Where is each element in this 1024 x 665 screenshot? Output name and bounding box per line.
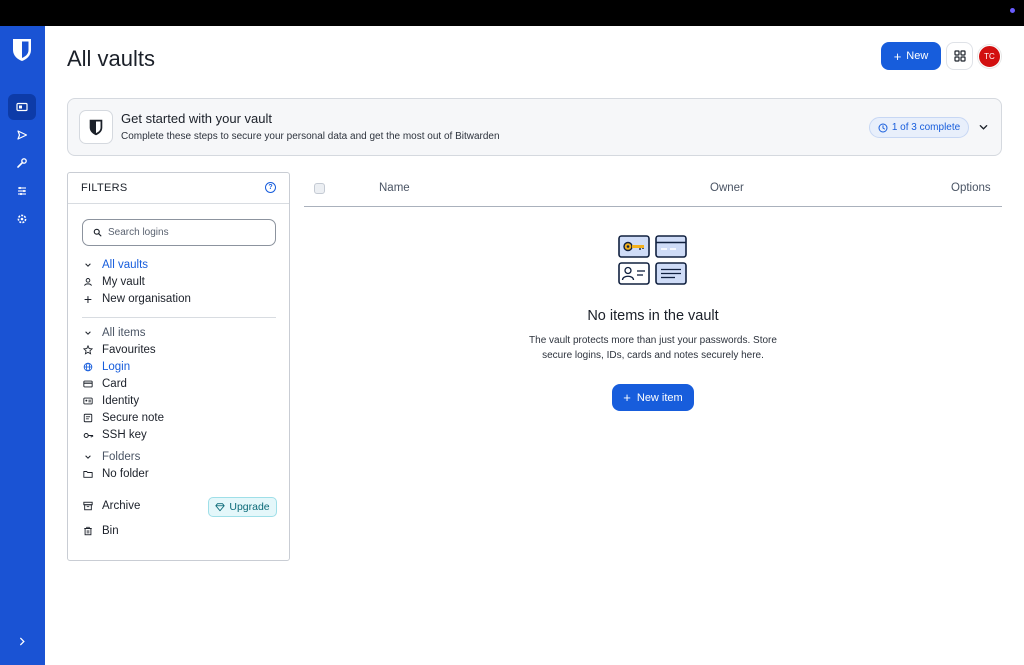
plus-icon: + [83,291,93,307]
search-field[interactable] [82,219,276,246]
folder-icon [82,468,94,480]
new-item-button-label: New item [636,391,683,404]
clock-icon [878,122,888,133]
avatar[interactable]: TC [978,45,1001,68]
filter-new-organisation[interactable]: + New organisation [82,291,191,307]
nav-tools-button[interactable] [8,150,36,176]
items-table-header: Name Owner Options [304,172,1002,207]
filter-label: My vault [102,276,145,288]
filter-label: All vaults [102,259,149,271]
filter-label: Folders [102,451,141,463]
grid-icon [953,50,966,62]
settings-icon [17,214,27,224]
diamond-icon [215,503,225,512]
new-button-label: New [906,50,929,62]
search-input[interactable] [108,227,268,238]
shield-icon [79,110,113,144]
nav-send-button[interactable] [8,122,36,148]
search-icon [93,228,102,237]
vault-icon [16,102,28,112]
filter-label: Login [102,361,131,373]
empty-state-description: The vault protects more than just your p… [529,335,777,361]
credit-card-icon [82,378,94,390]
filter-label: Favourites [102,344,156,356]
filter-card[interactable]: Card [82,376,127,392]
chevron-down-icon [82,327,94,339]
status-dot [1010,8,1015,13]
filter-all-vaults[interactable]: All vaults [82,257,148,273]
chevron-down-icon [82,451,94,463]
filter-identity[interactable]: Identity [82,393,139,409]
filter-my-vault[interactable]: My vault [82,274,145,290]
filter-secure-note[interactable]: Secure note [82,410,164,426]
filters-header: FILTERS ? [68,173,289,204]
trash-icon [82,525,94,537]
key-icon [82,429,94,441]
product-switcher-button[interactable] [946,42,973,70]
nav-reports-button[interactable] [8,178,36,204]
filter-favourites[interactable]: Favourites [82,342,156,358]
reports-icon [18,186,26,196]
filter-label: No folder [102,468,149,480]
banner-title: Get started with your vault [121,111,273,126]
send-icon [17,130,28,140]
nav-settings-button[interactable] [8,206,36,232]
filter-label: Identity [102,395,140,407]
filter-bin[interactable]: Bin [82,523,119,539]
filter-all-items[interactable]: All items [82,325,145,341]
upgrade-label: Upgrade [229,501,270,513]
column-name[interactable]: Name [379,182,410,194]
new-button[interactable]: + New [881,42,941,70]
filter-login[interactable]: Login [82,359,130,375]
progress-badge[interactable]: 1 of 3 complete [869,117,969,138]
empty-state-title: No items in the vault [587,308,719,324]
note-icon [82,412,94,424]
column-options: Options [951,182,991,194]
progress-text: 1 of 3 complete [891,122,961,133]
upgrade-badge[interactable]: Upgrade [208,497,277,517]
filter-ssh-key[interactable]: SSH key [82,427,147,443]
filters-panel: FILTERS ? All vaults My vault + New orga… [67,172,290,561]
plus-icon: + [893,48,902,64]
filter-label: Secure note [102,412,165,424]
top-bar [0,0,1024,26]
globe-icon [82,361,94,373]
main-content: All vaults + New TC Get started with you… [45,26,1024,665]
column-owner[interactable]: Owner [710,182,744,194]
expand-banner-button[interactable] [976,120,990,134]
chevron-down-icon [82,259,94,271]
onboarding-banner: Get started with your vault Complete the… [67,98,1002,156]
star-icon [82,344,94,356]
page-title: All vaults [67,46,156,71]
filter-no-folder[interactable]: No folder [82,466,149,482]
nav-vault-button[interactable] [8,94,36,120]
id-card-icon [82,395,94,407]
banner-subtitle: Complete these steps to secure your pers… [121,131,500,142]
filter-label: All items [102,327,146,339]
user-icon [82,276,94,288]
filter-label: SSH key [102,429,147,441]
new-item-button[interactable]: + New item [612,384,694,411]
divider [82,317,276,318]
filter-folders[interactable]: Folders [82,449,140,465]
filter-label: New organisation [102,293,191,305]
filter-label: Archive [102,500,141,512]
vault-items-illustration-icon [618,235,687,285]
side-navigation [0,26,45,665]
filter-label: Card [102,378,127,390]
help-icon[interactable]: ? [265,182,276,193]
filter-label: Bin [102,525,119,537]
collapse-sidebar-button[interactable] [12,631,32,651]
select-all-checkbox[interactable] [314,183,325,194]
tools-icon [17,158,27,168]
archive-icon [82,500,94,512]
chevron-down-icon [979,124,987,130]
bitwarden-logo-icon[interactable] [12,38,32,62]
plus-icon: + [623,390,631,405]
filter-archive[interactable]: Archive [82,498,140,514]
chevron-right-icon [19,637,25,645]
filters-title: FILTERS [81,182,128,194]
